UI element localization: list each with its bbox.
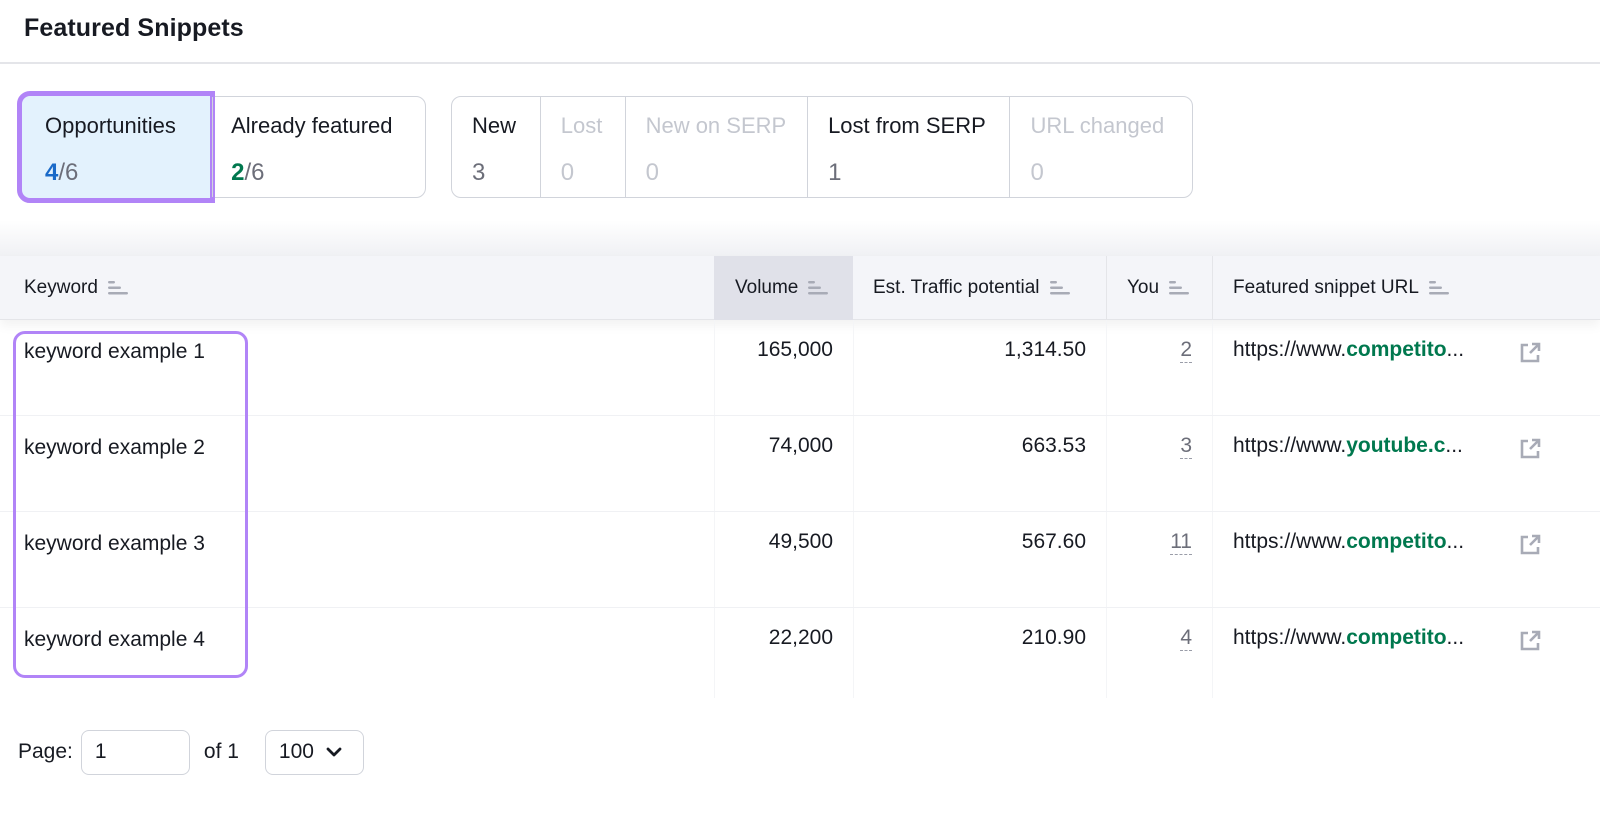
filter-label: Lost [560,113,603,138]
volume-cell: 22,200 [714,608,853,698]
table-row: keyword example 3 49,500 567.60 11 https… [0,512,1600,608]
url-ellipsis: ... [1446,530,1465,553]
traffic-cell: 1,314.50 [853,320,1106,415]
keyword-cell[interactable]: keyword example 4 [24,628,205,652]
table-body: keyword example 1 165,000 1,314.50 2 htt… [0,320,1600,698]
filter-already-featured[interactable]: Already featured 2/6 [212,97,425,197]
column-label: Keyword [24,277,98,298]
filter-value: 2/6 [231,159,425,187]
sort-icon [808,281,829,295]
url-ellipsis: ... [1445,434,1463,457]
sort-icon [1049,281,1070,295]
table-row: keyword example 1 165,000 1,314.50 2 htt… [0,320,1600,416]
url-cell: https://www.competito... [1212,320,1600,415]
filter-value: 0 [1030,159,1044,186]
column-label: Featured snippet URL [1233,277,1419,298]
url-ellipsis: ... [1446,338,1465,361]
table-row: keyword example 4 22,200 210.90 4 https:… [0,608,1600,698]
you-cell: 2 [1106,320,1212,415]
filter-lost-from-serp[interactable]: Lost from SERP 1 [807,97,1009,197]
traffic-cell: 210.90 [853,608,1106,698]
external-link-icon[interactable] [1518,437,1542,461]
featured-snippets-page: Featured Snippets Opportunities 4/6 Alre… [0,0,1600,818]
url-prefix[interactable]: https://www. [1233,434,1346,457]
position-link[interactable]: 11 [1170,530,1192,555]
you-cell: 3 [1106,416,1212,511]
sort-icon [1169,281,1190,295]
url-domain[interactable]: competito [1346,338,1446,361]
page-number-input[interactable] [80,729,190,775]
column-label: Volume [735,277,799,298]
filter-url-changed: URL changed 0 [1009,97,1191,197]
table-row: keyword example 2 74,000 663.53 3 https:… [0,416,1600,512]
position-link[interactable]: 3 [1180,434,1192,459]
column-label: Est. Traffic potential [873,277,1040,298]
position-link[interactable]: 4 [1180,626,1192,651]
url-cell: https://www.competito... [1212,512,1600,607]
volume-cell: 74,000 [714,416,853,511]
filter-label: URL changed [1030,113,1165,138]
filter-total: /6 [58,159,79,186]
column-label: You [1127,277,1160,298]
filter-value: 0 [645,159,659,186]
url-domain[interactable]: youtube.c [1346,434,1445,457]
filter-count: 2 [231,159,245,186]
traffic-cell: 567.60 [853,512,1106,607]
filter-label: New [472,113,517,138]
column-header-traffic-potential[interactable]: Est. Traffic potential [853,256,1106,320]
filter-new-on-serp: New on SERP 0 [624,97,807,197]
filter-value: 0 [560,159,575,186]
page-label: Page: [18,740,73,763]
column-header-snippet-url[interactable]: Featured snippet URL [1212,256,1600,320]
filter-total: /6 [244,159,265,186]
rows-per-page-value: 100 [278,740,314,763]
filter-label: New on SERP [645,113,787,138]
keyword-cell[interactable]: keyword example 3 [24,532,205,556]
column-header-you[interactable]: You [1106,256,1212,320]
volume-cell: 49,500 [714,512,853,607]
url-prefix[interactable]: https://www. [1233,338,1346,361]
change-filter-group: New 3 Lost 0 New on SERP 0 Lost from SER… [451,96,1193,198]
column-header-keyword[interactable]: Keyword [0,256,714,320]
table-top-shadow [0,220,1600,256]
filter-opportunities[interactable]: Opportunities 4/6 [16,91,216,203]
position-link[interactable]: 2 [1180,338,1192,363]
traffic-cell: 663.53 [853,416,1106,511]
filter-label: Already featured [231,113,393,138]
url-prefix[interactable]: https://www. [1233,626,1346,649]
you-cell: 11 [1106,512,1212,607]
column-header-volume[interactable]: Volume [714,256,853,320]
volume-cell: 165,000 [714,320,853,415]
status-filter-group: Opportunities 4/6 Already featured 2/6 [16,91,426,203]
url-cell: https://www.competito... [1212,608,1600,698]
url-domain[interactable]: competito [1346,626,1446,649]
filter-new[interactable]: New 3 [452,97,540,197]
filter-label: Lost from SERP [828,113,986,138]
chevron-down-icon [326,747,342,757]
filter-count: 4 [45,159,59,186]
url-cell: https://www.youtube.c... [1212,416,1600,511]
filter-lost: Lost 0 [539,97,625,197]
external-link-icon[interactable] [1518,533,1542,557]
filter-label: Opportunities [45,113,176,138]
url-prefix[interactable]: https://www. [1233,530,1346,553]
keyword-cell[interactable]: keyword example 2 [24,436,205,460]
external-link-icon[interactable] [1518,341,1542,365]
you-cell: 4 [1106,608,1212,698]
url-ellipsis: ... [1446,626,1465,649]
page-header: Featured Snippets [0,0,1600,64]
sort-icon [1428,281,1449,295]
table-header: Keyword Volume Est. Traffic potential Yo… [0,256,1600,320]
page-count: of 1 [203,740,239,763]
page-title: Featured Snippets [24,14,244,42]
filter-value: 3 [472,159,486,186]
pagination: Page: of 1 100 [18,729,364,775]
keyword-cell[interactable]: keyword example 1 [24,340,205,364]
sort-icon [107,281,128,295]
rows-per-page-select[interactable]: 100 [264,729,364,775]
url-domain[interactable]: competito [1346,530,1446,553]
external-link-icon[interactable] [1518,629,1542,653]
filter-value: 1 [828,159,842,186]
filter-value: 4/6 [45,159,212,187]
